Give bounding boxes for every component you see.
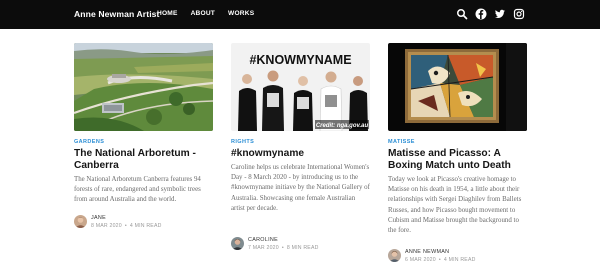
- search-icon[interactable]: [456, 8, 468, 20]
- nav-about-link[interactable]: ABOUT: [191, 10, 215, 17]
- read-time: 4 MIN READ: [443, 257, 476, 263]
- site-brand[interactable]: Anne Newman Artist: [74, 9, 160, 19]
- post-author: ANNE NEWMAN 6 MAR 2020 • 4 MIN READ: [388, 249, 527, 263]
- post-category[interactable]: MATISSE: [388, 139, 415, 145]
- nav-works-link[interactable]: WORKS: [228, 10, 254, 17]
- post-title[interactable]: Matisse and Picasso: A Boxing Match unto…: [388, 148, 527, 172]
- image-headline: #KNOWMYNAME: [249, 53, 351, 67]
- post-category[interactable]: GARDENS: [74, 139, 104, 145]
- instagram-icon[interactable]: [513, 8, 525, 20]
- author-avatar[interactable]: [231, 237, 244, 250]
- post-date: 8 MAR 2020: [91, 223, 122, 229]
- post-excerpt: The National Arboretum Canberra features…: [74, 176, 201, 204]
- read-time: 8 MIN READ: [286, 245, 319, 251]
- post-meta: 7 MAR 2020 • 8 MIN READ: [248, 245, 319, 251]
- post-title[interactable]: #knowmyname: [231, 148, 370, 160]
- read-time: 4 MIN READ: [129, 223, 162, 229]
- author-name[interactable]: JANE: [91, 215, 106, 221]
- picasso-painting-photo[interactable]: [388, 43, 527, 131]
- post-title[interactable]: The National Arboretum - Canberra: [74, 148, 213, 172]
- post-excerpt: Today we look at Picasso's creative homa…: [388, 176, 522, 235]
- main-nav: HOME ABOUT WORKS: [157, 10, 267, 17]
- post-category[interactable]: RIGHTS: [231, 139, 254, 145]
- author-avatar[interactable]: [388, 249, 401, 262]
- arboretum-aerial-photo[interactable]: [74, 43, 213, 131]
- author-avatar[interactable]: [74, 215, 87, 228]
- post-date: 7 MAR 2020: [248, 245, 279, 251]
- post-meta: 6 MAR 2020 • 4 MIN READ: [405, 257, 476, 263]
- twitter-icon[interactable]: [494, 8, 506, 20]
- navbar: Anne Newman Artist HOME ABOUT WORKS: [0, 0, 600, 29]
- post-excerpt: Caroline helps us celebrate Internationa…: [231, 164, 370, 212]
- facebook-icon[interactable]: [475, 8, 487, 20]
- image-credit: Credit: nga.gov.au: [316, 123, 369, 129]
- author-name[interactable]: ANNE NEWMAN: [405, 249, 449, 255]
- nav-home-link[interactable]: HOME: [157, 10, 178, 17]
- post-meta: 8 MAR 2020 • 4 MIN READ: [91, 223, 162, 229]
- post-author: CAROLINE 7 MAR 2020 • 8 MIN READ: [231, 237, 370, 251]
- post-date: 6 MAR 2020: [405, 257, 436, 263]
- social-icons: [449, 8, 525, 20]
- author-name[interactable]: CAROLINE: [248, 237, 278, 243]
- knowmyname-campaign-photo[interactable]: #KNOWMYNAME Credit: nga.gov.au: [231, 43, 370, 131]
- post-author: JANE 8 MAR 2020 • 4 MIN READ: [74, 215, 213, 229]
